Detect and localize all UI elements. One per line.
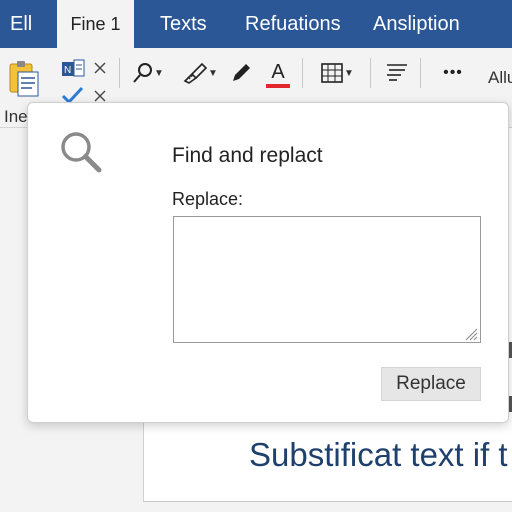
table-icon[interactable]: ▼ (314, 62, 360, 84)
chevron-down-icon[interactable]: ▼ (344, 68, 354, 79)
tab-refuations[interactable]: Refuations (245, 0, 341, 48)
close-icon[interactable] (92, 60, 108, 76)
replace-input[interactable] (173, 216, 481, 343)
replace-button[interactable]: Replace (381, 367, 481, 401)
format-painter-icon[interactable]: N (61, 59, 85, 79)
clipboard-icon[interactable] (8, 60, 40, 100)
paragraph-icon[interactable] (384, 62, 410, 84)
replace-label: Replace: (172, 189, 244, 209)
ribbon-right-label: Allu (488, 68, 512, 87)
find-replace-dialog: Find and replact Replace: Replace (27, 102, 509, 423)
resize-grip-icon[interactable] (464, 327, 478, 341)
font-color-letter: A (271, 61, 285, 83)
chevron-down-icon[interactable]: ▼ (208, 68, 218, 79)
search-icon[interactable]: ▼ (128, 62, 168, 84)
ribbon-separator (420, 58, 421, 88)
tab-texts[interactable]: Texts (160, 0, 207, 48)
ribbon-separator (302, 58, 303, 88)
magnifier-icon (58, 129, 104, 175)
svg-text:N: N (64, 65, 71, 76)
font-color-bar (266, 84, 290, 88)
highlighter-icon[interactable]: ▼ (178, 62, 222, 84)
document-text[interactable]: Substificat text if t (249, 436, 508, 474)
pen-icon[interactable] (229, 62, 253, 84)
more-icon[interactable]: ••• (433, 62, 473, 84)
ribbon-separator (370, 58, 371, 88)
dialog-title: Find and replact (172, 144, 323, 167)
chevron-down-icon[interactable]: ▼ (154, 68, 164, 79)
ribbon-left-label: Ine (4, 107, 28, 126)
tab-ell[interactable]: Ell (10, 0, 32, 48)
ribbon-separator (119, 58, 120, 88)
tab-ansliption[interactable]: Ansliption (373, 0, 460, 48)
tab-fine-1[interactable]: Fine 1 (57, 0, 134, 48)
tab-bar: Ell Fine 1 Texts Refuations Ansliption (0, 0, 512, 48)
font-color-icon[interactable]: A (264, 60, 292, 90)
